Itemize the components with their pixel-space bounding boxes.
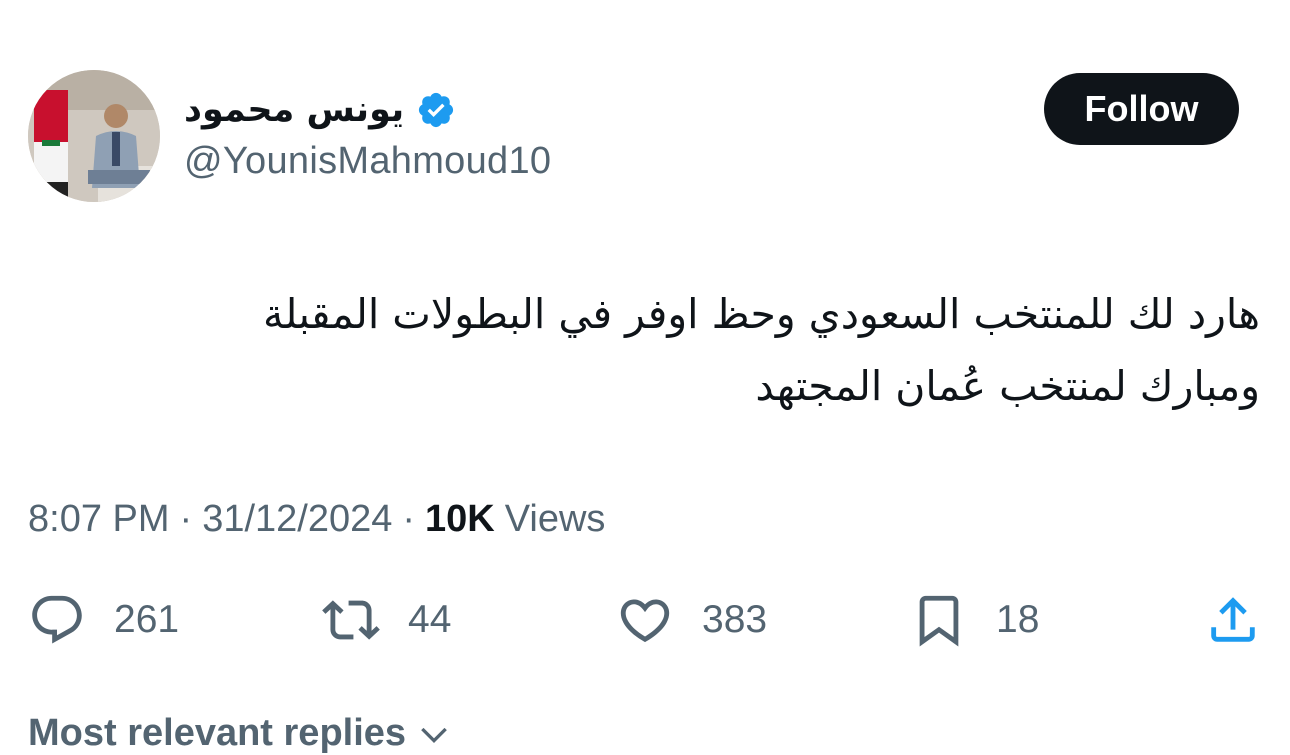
tweet-text: هارد لك للمنتخب السعودي وحظ اوفر في البط… [100,278,1260,422]
tweet-time[interactable]: 8:07 PM [28,498,170,541]
meta-separator: · [402,497,416,540]
bookmark-button[interactable]: 18 [910,584,1039,656]
profile-photo [28,70,160,202]
like-count: 383 [702,598,768,641]
tweet-actions-bar: 261 44 383 18 [0,584,1290,656]
heart-icon [620,599,670,643]
share-icon[interactable] [1204,591,1262,649]
meta-separator: · [179,497,193,540]
bookmark-icon [919,595,959,647]
retweet-icon [322,600,380,640]
tweet-line: هارد لك للمنتخب السعودي وحظ اوفر في البط… [262,290,1260,338]
follow-button[interactable]: Follow [1044,73,1239,145]
retweet-button[interactable]: 44 [322,584,451,656]
display-name[interactable]: يونس محمود [184,90,404,130]
views-count: 10K [425,497,495,540]
verified-badge-icon [419,92,454,128]
tweet-meta: 8:07 PM · 31/12/2024 · 10K Views [28,494,605,544]
author-name-row: يونس محمود [184,84,456,136]
tweet-line: ومبارك لمنتخب عُمان المجتهد [755,362,1260,410]
user-handle[interactable]: @YounisMahmoud10 [184,140,551,183]
chevron-down-icon [421,727,447,743]
bookmark-count: 18 [996,598,1040,641]
retweet-count: 44 [408,598,452,641]
replies-sort-label: Most relevant replies [28,712,407,754]
reply-icon [32,595,82,644]
like-button[interactable]: 383 [616,584,767,656]
reply-button[interactable]: 261 [28,584,179,656]
avatar[interactable] [28,70,160,202]
tweet-date[interactable]: 31/12/2024 [202,498,392,541]
replies-sort-dropdown[interactable]: Most relevant replies [28,712,454,755]
reply-count: 261 [114,598,180,641]
views-label: Views [504,497,606,540]
